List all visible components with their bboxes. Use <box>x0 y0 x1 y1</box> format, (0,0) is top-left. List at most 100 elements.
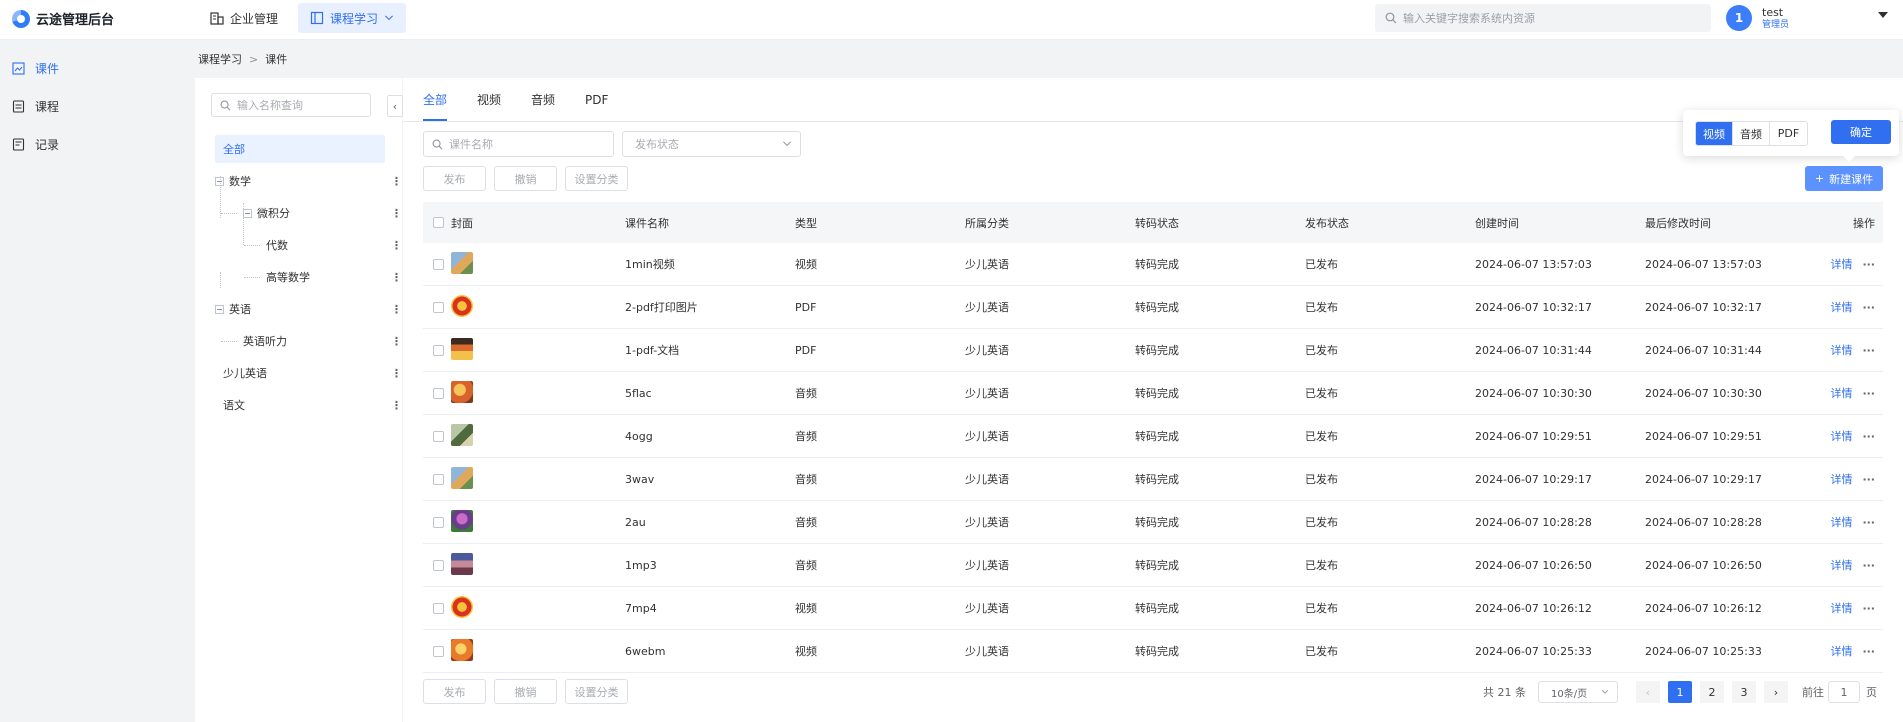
more-icon[interactable]: ⋮ <box>391 271 402 284</box>
table-row[interactable]: 7mp4 视频 少儿英语 转码完成 已发布 2024-06-07 10:26:12 2024… <box>423 587 1883 630</box>
name-filter-input[interactable] <box>449 137 599 151</box>
table-row[interactable]: 2-pdf打印图片 PDF 少儿英语 转码完成 已发布 2024-06-07 10:32:… <box>423 286 1883 329</box>
row-checkbox[interactable] <box>433 645 444 657</box>
more-icon[interactable]: ⋮ <box>391 367 402 380</box>
detail-link[interactable]: 详情 <box>1830 473 1852 486</box>
row-checkbox[interactable] <box>433 387 444 399</box>
avatar[interactable]: 1 <box>1726 5 1752 31</box>
new-courseware-button[interactable]: + 新建课件 <box>1805 166 1883 191</box>
table-row[interactable]: 1min视频 视频 少儿英语 转码完成 已发布 2024-06-07 13:57:03 20… <box>423 243 1883 286</box>
tree-node-listening[interactable]: 英语听力 ⋮ <box>221 327 402 355</box>
goto-page-input[interactable]: 1 <box>1828 681 1860 703</box>
detail-link[interactable]: 详情 <box>1830 430 1852 443</box>
row-checkbox[interactable] <box>433 559 444 571</box>
detail-link[interactable]: 详情 <box>1830 344 1852 357</box>
more-icon[interactable]: ··· <box>1862 430 1875 443</box>
row-checkbox[interactable] <box>433 301 444 313</box>
page-size-select[interactable]: 10条/页 <box>1538 681 1618 703</box>
tab-audio[interactable]: 音频 <box>531 78 555 121</box>
tree-node-calculus[interactable]: 微积分 ⋮ <box>221 199 402 227</box>
page-3-button[interactable]: 3 <box>1732 681 1756 703</box>
detail-link[interactable]: 详情 <box>1830 387 1852 400</box>
prev-page-button[interactable]: ‹ <box>1636 681 1660 703</box>
more-icon[interactable]: ··· <box>1862 258 1875 271</box>
more-icon[interactable]: ··· <box>1862 473 1875 486</box>
global-search[interactable] <box>1375 4 1711 32</box>
row-checkbox[interactable] <box>433 430 444 442</box>
page-2-button[interactable]: 2 <box>1700 681 1724 703</box>
global-search-input[interactable] <box>1403 11 1693 25</box>
more-icon[interactable]: ⋮ <box>391 175 402 188</box>
table-row[interactable]: 6webm 视频 少儿英语 转码完成 已发布 2024-06-07 10:25:33 202… <box>423 630 1883 673</box>
tree-node-kids-english[interactable]: 少儿英语 ⋮ <box>223 359 402 387</box>
tree-search[interactable] <box>211 93 371 117</box>
breadcrumb-parent[interactable]: 课程学习 <box>198 51 242 67</box>
row-checkbox[interactable] <box>433 602 444 614</box>
more-icon[interactable]: ··· <box>1862 516 1875 529</box>
sidebar-item-courseware[interactable]: 课件 <box>0 49 195 87</box>
sidebar-item-record[interactable]: 记录 <box>0 125 195 163</box>
revoke-button-bottom[interactable]: 撤销 <box>494 679 557 704</box>
next-page-button[interactable]: › <box>1764 681 1788 703</box>
table-row[interactable]: 1-pdf-文档 PDF 少儿英语 转码完成 已发布 2024-06-07 10:31:4… <box>423 329 1883 372</box>
collapse-icon[interactable] <box>215 304 224 314</box>
revoke-button[interactable]: 撤销 <box>494 166 557 191</box>
detail-link[interactable]: 详情 <box>1830 301 1852 314</box>
status-select[interactable]: 发布状态 <box>622 131 801 157</box>
row-checkbox[interactable] <box>433 344 444 356</box>
select-all-checkbox[interactable] <box>433 217 444 228</box>
more-icon[interactable]: ··· <box>1862 301 1875 314</box>
option-video[interactable]: 视频 <box>1696 122 1733 145</box>
detail-link[interactable]: 详情 <box>1830 258 1852 271</box>
tab-all[interactable]: 全部 <box>423 78 448 121</box>
collapse-icon[interactable] <box>243 208 252 218</box>
more-icon[interactable]: ⋮ <box>391 207 402 220</box>
tab-pdf[interactable]: PDF <box>585 78 608 121</box>
table-row[interactable]: 5flac 音频 少儿英语 转码完成 已发布 2024-06-07 10:30:30 202… <box>423 372 1883 415</box>
row-checkbox[interactable] <box>433 516 444 528</box>
tree-node-algebra[interactable]: 代数 ⋮ <box>244 231 402 259</box>
option-pdf[interactable]: PDF <box>1770 122 1807 145</box>
tree-node-advanced-math[interactable]: 高等数学 ⋮ <box>244 263 402 291</box>
collapse-icon[interactable] <box>215 176 224 186</box>
option-audio[interactable]: 音频 <box>1733 122 1770 145</box>
detail-link[interactable]: 详情 <box>1830 559 1852 572</box>
set-category-button-bottom[interactable]: 设置分类 <box>565 679 628 704</box>
more-icon[interactable]: ··· <box>1862 602 1875 615</box>
detail-link[interactable]: 详情 <box>1830 645 1852 658</box>
confirm-button[interactable]: 确定 <box>1831 120 1891 144</box>
tree-search-input[interactable] <box>237 98 367 112</box>
publish-button[interactable]: 发布 <box>423 166 486 191</box>
row-checkbox[interactable] <box>433 258 444 270</box>
app-logo[interactable]: 云途管理后台 <box>12 9 114 28</box>
name-filter[interactable] <box>423 131 614 157</box>
more-icon[interactable]: ··· <box>1862 344 1875 357</box>
sidebar-item-course[interactable]: 课程 <box>0 87 195 125</box>
table-row[interactable]: 3wav 音频 少儿英语 转码完成 已发布 2024-06-07 10:29:17 2024… <box>423 458 1883 501</box>
tree-node-all[interactable]: 全部 <box>215 135 385 163</box>
more-icon[interactable]: ⋮ <box>391 399 402 412</box>
caret-down-icon[interactable] <box>1878 12 1888 18</box>
collapse-tree-button[interactable]: ‹ <box>387 95 403 117</box>
more-icon[interactable]: ⋮ <box>391 303 402 316</box>
more-icon[interactable]: ⋮ <box>391 335 402 348</box>
tree-node-chinese[interactable]: 语文 ⋮ <box>223 391 402 419</box>
tree-node-math[interactable]: 数学 ⋮ <box>215 167 402 195</box>
tab-video[interactable]: 视频 <box>477 78 501 121</box>
detail-link[interactable]: 详情 <box>1830 602 1852 615</box>
set-category-button[interactable]: 设置分类 <box>565 166 628 191</box>
more-icon[interactable]: ⋮ <box>391 239 402 252</box>
topnav-enterprise[interactable]: 企业管理 <box>198 3 290 33</box>
more-icon[interactable]: ··· <box>1862 645 1875 658</box>
user-menu[interactable]: 1 test 管理员 <box>1726 5 1789 31</box>
more-icon[interactable]: ··· <box>1862 559 1875 572</box>
page-1-button[interactable]: 1 <box>1668 681 1692 703</box>
detail-link[interactable]: 详情 <box>1830 516 1852 529</box>
table-row[interactable]: 1mp3 音频 少儿英语 转码完成 已发布 2024-06-07 10:26:50 2024… <box>423 544 1883 587</box>
table-row[interactable]: 2au 音频 少儿英语 转码完成 已发布 2024-06-07 10:28:28 2024-… <box>423 501 1883 544</box>
tree-node-english[interactable]: 英语 ⋮ <box>215 295 402 323</box>
row-checkbox[interactable] <box>433 473 444 485</box>
more-icon[interactable]: ··· <box>1862 387 1875 400</box>
table-row[interactable]: 4ogg 音频 少儿英语 转码完成 已发布 2024-06-07 10:29:51 2024… <box>423 415 1883 458</box>
publish-button-bottom[interactable]: 发布 <box>423 679 486 704</box>
